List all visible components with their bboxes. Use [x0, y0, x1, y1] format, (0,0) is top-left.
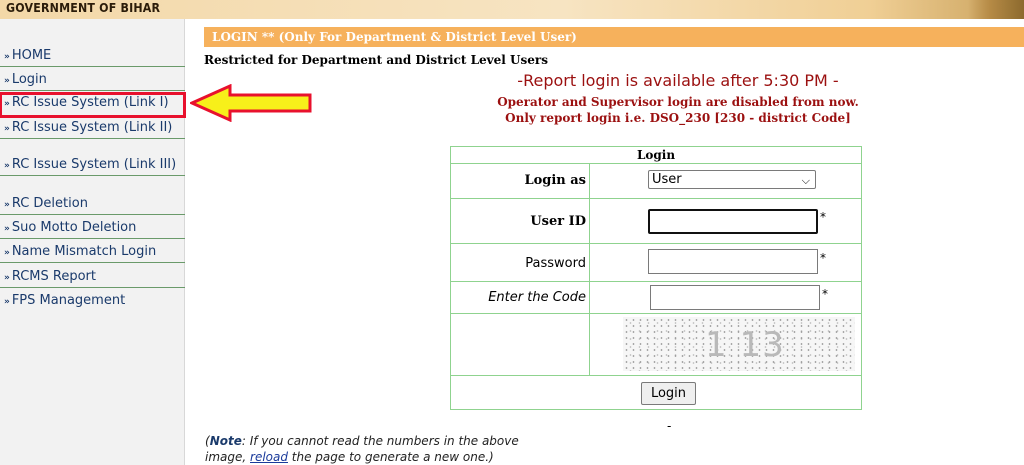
password-input[interactable] — [648, 249, 818, 274]
operator-notice-line-1: Operator and Supervisor login are disabl… — [497, 95, 859, 109]
sidebar-item-rc-issue-link-1[interactable]: » RC Issue System (Link I) — [0, 92, 186, 118]
chevron-double-right-icon: » — [4, 224, 10, 234]
chevron-double-right-icon: » — [4, 161, 10, 171]
login-form: Login Login as User ⌵ User ID * Password… — [450, 146, 862, 410]
sidebar-item-suo-motto-deletion[interactable]: » Suo Motto Deletion — [0, 219, 185, 239]
captcha-digits: 1 13 — [705, 325, 785, 365]
captcha-code-row: Enter the Code * — [451, 282, 861, 314]
sidebar-item-fps-management[interactable]: » FPS Management — [0, 292, 185, 311]
captcha-image: 1 13 — [623, 317, 855, 371]
login-button[interactable]: Login — [641, 382, 696, 405]
sidebar-item-label: Name Mismatch Login — [11, 244, 157, 259]
government-title: GOVERNMENT OF BIHAR — [6, 1, 161, 15]
sidebar-item-label: RC Issue System (Link I) — [11, 95, 169, 110]
note-text-end: the page to generate a new one.) — [287, 450, 494, 464]
sidebar-item-label: RC Issue System (Link II) — [11, 120, 173, 135]
chevron-down-icon: ⌵ — [801, 174, 810, 187]
sidebar: » HOME » Login » RC Issue System (Link I) »… — [0, 19, 186, 465]
login-as-label: Login as — [524, 173, 586, 188]
operator-notice-line-2: Only report login i.e. DSO_230 [230 - di… — [505, 111, 851, 125]
login-form-header: Login — [451, 147, 861, 164]
chevron-double-right-icon: » — [4, 248, 10, 258]
sidebar-item-label: Login — [11, 72, 47, 87]
user-id-input[interactable] — [648, 209, 818, 234]
user-id-row: User ID * — [451, 199, 861, 244]
pointer-arrow-icon — [190, 84, 312, 122]
reload-link[interactable]: reload — [250, 450, 288, 464]
sidebar-item-label: HOME — [11, 48, 52, 63]
required-mark: * — [822, 287, 828, 301]
operator-notice: Operator and Supervisor login are disabl… — [448, 94, 908, 126]
required-mark: * — [820, 251, 826, 265]
captcha-row: 1 13 — [451, 314, 861, 376]
password-label: Password — [525, 256, 586, 271]
user-id-label: User ID — [530, 214, 586, 229]
sidebar-item-label: RC Deletion — [11, 196, 88, 211]
sidebar-item-label: FPS Management — [11, 293, 126, 308]
captcha-note: (Note: If you cannot read the numbers in… — [205, 433, 545, 465]
sidebar-item-label: Suo Motto Deletion — [11, 220, 137, 235]
sidebar-item-rcms-report[interactable]: » RCMS Report — [0, 268, 185, 288]
chevron-double-right-icon: » — [4, 124, 10, 134]
report-availability-notice: -Report login is available after 5:30 PM… — [517, 71, 839, 90]
sidebar-item-rc-deletion[interactable]: » RC Deletion — [0, 195, 185, 215]
login-as-value: User — [652, 172, 682, 187]
chevron-double-right-icon: » — [4, 297, 10, 307]
required-mark: * — [820, 210, 826, 224]
sidebar-item-label: RCMS Report — [11, 269, 96, 284]
note-label: Note — [209, 434, 242, 448]
sidebar-item-login[interactable]: » Login — [0, 71, 185, 91]
captcha-code-label: Enter the Code — [488, 290, 586, 305]
sidebar-item-rc-issue-link-2[interactable]: » RC Issue System (Link II) — [0, 119, 185, 139]
password-row: Password * — [451, 244, 861, 282]
header-decoration — [968, 0, 1024, 19]
login-as-select[interactable]: User ⌵ — [648, 170, 816, 189]
separator-dash: - — [667, 419, 672, 433]
chevron-double-right-icon: » — [4, 52, 10, 62]
login-as-row: Login as User ⌵ — [451, 164, 861, 199]
captcha-code-input[interactable] — [650, 285, 820, 310]
chevron-double-right-icon: » — [4, 200, 10, 210]
chevron-double-right-icon: » — [4, 99, 10, 109]
restricted-notice: Restricted for Department and District L… — [204, 53, 548, 67]
chevron-double-right-icon: » — [4, 273, 10, 283]
chevron-double-right-icon: » — [4, 76, 10, 86]
sidebar-item-label: RC Issue System (Link III) — [11, 157, 177, 172]
login-banner: LOGIN ** (Only For Department & District… — [204, 27, 1024, 47]
captcha-empty-cell — [451, 314, 590, 375]
sidebar-item-rc-issue-link-3[interactable]: » RC Issue System (Link III) — [0, 156, 185, 176]
header-bar: GOVERNMENT OF BIHAR — [0, 0, 1024, 19]
sidebar-item-name-mismatch-login[interactable]: » Name Mismatch Login — [0, 243, 185, 263]
login-form-title: Login — [636, 148, 676, 162]
sidebar-item-home[interactable]: » HOME — [0, 47, 185, 67]
submit-row: Login — [451, 376, 861, 410]
